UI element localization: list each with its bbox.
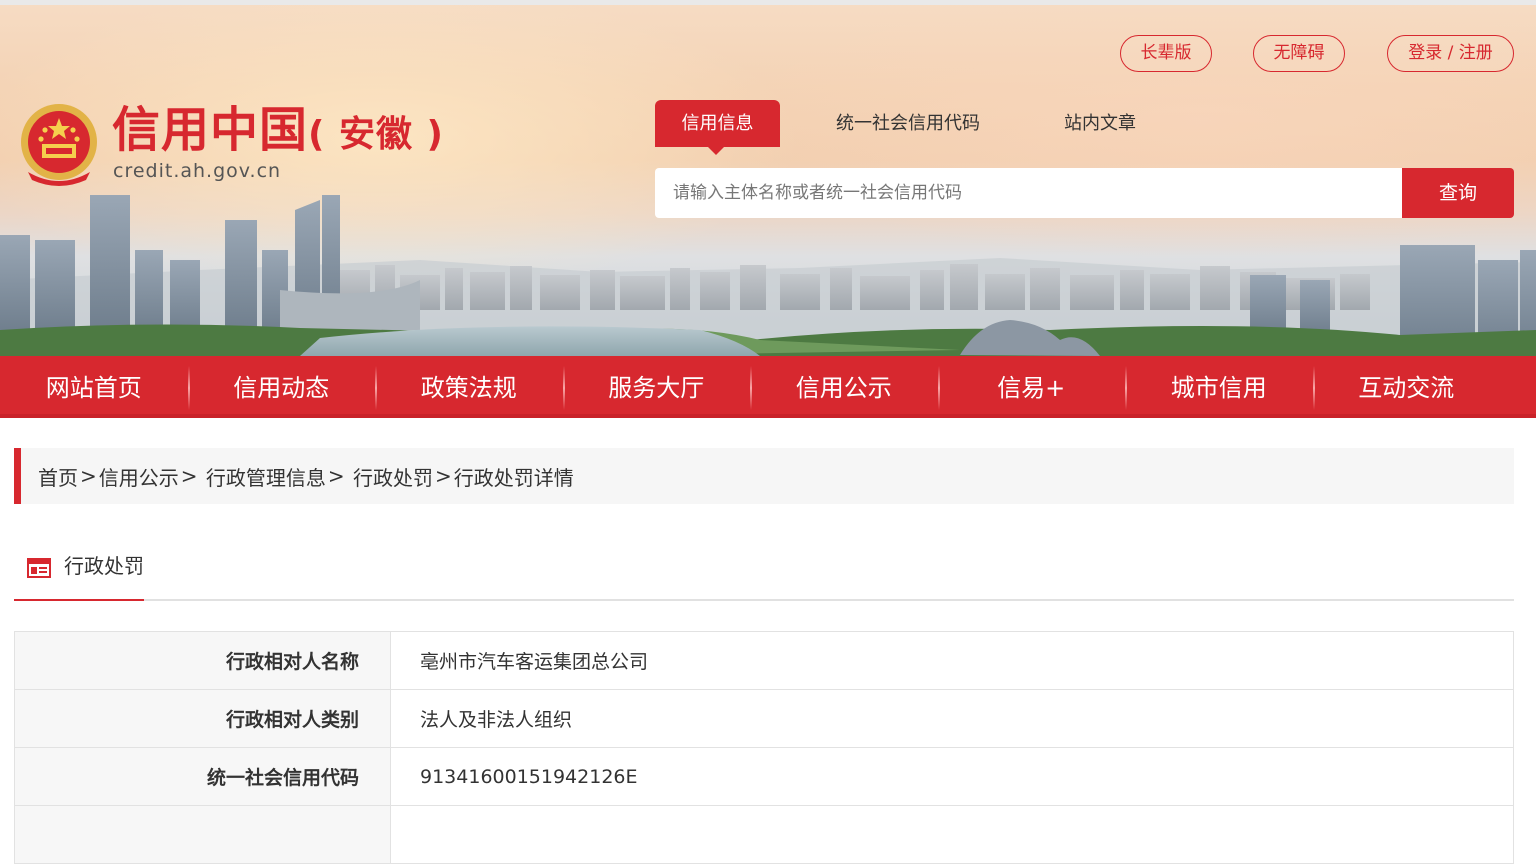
search-button[interactable]: 查询 bbox=[1402, 168, 1514, 218]
row-value-credit-code: 91341600151942126E bbox=[390, 747, 1514, 806]
row-value-party-name: 亳州市汽车客运集团总公司 bbox=[390, 631, 1514, 690]
nav-item-home[interactable]: 网站首页 bbox=[0, 356, 188, 418]
section-title: 行政处罚 bbox=[64, 554, 144, 578]
document-list-icon bbox=[27, 558, 51, 578]
site-title: 信用中国( 安徽 ) bbox=[112, 100, 444, 165]
main-nav: 网站首页 信用动态 政策法规 服务大厅 信用公示 信易+ 城市信用 互动交流 bbox=[0, 356, 1536, 418]
row-label-party-name: 行政相对人名称 bbox=[14, 631, 391, 690]
nav-item-service-hall[interactable]: 服务大厅 bbox=[562, 356, 751, 418]
search-input[interactable] bbox=[655, 168, 1403, 218]
nav-item-city-credit[interactable]: 城市信用 bbox=[1125, 356, 1313, 418]
elder-mode-button[interactable]: 长辈版 bbox=[1120, 35, 1212, 72]
breadcrumb-current: 行政处罚详情 bbox=[453, 465, 574, 490]
nav-item-credit-news[interactable]: 信用动态 bbox=[187, 356, 376, 418]
row-value-next bbox=[390, 805, 1514, 864]
nav-item-credit-publicity[interactable]: 信用公示 bbox=[750, 356, 938, 418]
search-tab-credit-code[interactable]: 统一社会信用代码 bbox=[830, 100, 986, 147]
header-banner: 信用中国( 安徽 ) credit.ah.gov.cn 长辈版 无障碍 登录 /… bbox=[0, 0, 1536, 356]
table-row: 行政相对人类别 法人及非法人组织 bbox=[14, 689, 1514, 748]
section-tab: 行政处罚 bbox=[14, 540, 144, 601]
section-header: 行政处罚 bbox=[14, 540, 1514, 601]
national-emblem-icon bbox=[21, 104, 97, 186]
search-tab-articles[interactable]: 站内文章 bbox=[1058, 100, 1142, 147]
nav-item-policies[interactable]: 政策法规 bbox=[375, 356, 563, 418]
penalty-detail-table: 行政相对人名称 亳州市汽车客运集团总公司 行政相对人类别 法人及非法人组织 统一… bbox=[14, 631, 1514, 864]
table-row bbox=[14, 805, 1514, 864]
breadcrumb-admin-penalty[interactable]: 行政处罚 bbox=[347, 462, 433, 491]
site-title-province: ( 安徽 ) bbox=[308, 114, 444, 155]
site-title-main: 信用中国 bbox=[112, 102, 309, 158]
row-label-next bbox=[14, 805, 391, 864]
row-label-credit-code: 统一社会信用代码 bbox=[14, 747, 391, 806]
table-row: 统一社会信用代码 91341600151942126E bbox=[14, 747, 1514, 806]
breadcrumb-credit-publicity[interactable]: 信用公示 bbox=[99, 462, 179, 491]
login-register-button[interactable]: 登录 / 注册 bbox=[1387, 35, 1514, 72]
search-tab-credit-info[interactable]: 信用信息 bbox=[655, 100, 780, 155]
site-domain: credit.ah.gov.cn bbox=[113, 160, 282, 182]
browser-top-edge bbox=[0, 0, 1536, 5]
breadcrumb-home[interactable]: 首页 bbox=[38, 462, 78, 491]
row-label-party-type: 行政相对人类别 bbox=[14, 689, 391, 748]
row-value-party-type: 法人及非法人组织 bbox=[390, 689, 1514, 748]
nav-item-xinyi-plus[interactable]: 信易+ bbox=[937, 356, 1126, 418]
breadcrumb-admin-info[interactable]: 行政管理信息 bbox=[200, 462, 326, 491]
nav-item-interaction[interactable]: 互动交流 bbox=[1312, 356, 1501, 418]
table-row: 行政相对人名称 亳州市汽车客运集团总公司 bbox=[14, 631, 1514, 690]
accessibility-button[interactable]: 无障碍 bbox=[1253, 35, 1345, 72]
breadcrumb: 首页 > 信用公示 > 行政管理信息 > 行政处罚 > 行政处罚详情 bbox=[14, 448, 1514, 504]
